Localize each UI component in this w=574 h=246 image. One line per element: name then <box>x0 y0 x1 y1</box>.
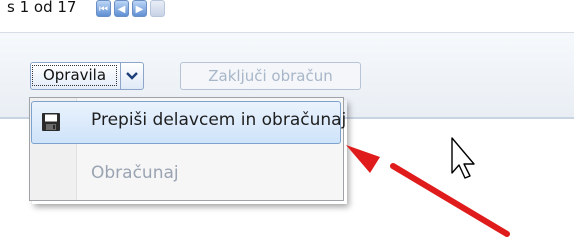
annotation-layer <box>346 137 510 237</box>
red-arrow-icon <box>346 145 510 237</box>
mouse-pointer-icon <box>451 137 475 179</box>
